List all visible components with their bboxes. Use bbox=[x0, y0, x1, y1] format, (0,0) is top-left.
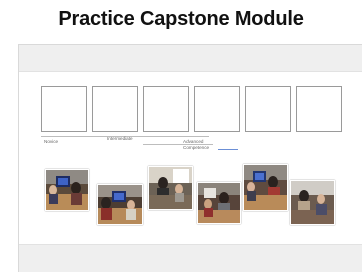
scale-line-accent bbox=[218, 149, 238, 150]
classroom-photo-6[interactable] bbox=[290, 180, 335, 225]
advanced-label: Advanced bbox=[183, 139, 204, 144]
classroom-photo-6-image bbox=[291, 181, 334, 224]
classroom-photo-4[interactable] bbox=[197, 182, 241, 224]
placeholder-box-1[interactable] bbox=[41, 86, 87, 132]
competence-label: Competence bbox=[183, 145, 210, 150]
classroom-photo-1-image bbox=[46, 170, 88, 210]
classroom-photo-5[interactable] bbox=[243, 164, 288, 211]
classroom-photo-1[interactable] bbox=[45, 169, 89, 211]
classroom-photo-2[interactable] bbox=[97, 184, 143, 225]
classroom-photo-5-image bbox=[244, 165, 287, 210]
placeholder-box-2[interactable] bbox=[92, 86, 138, 132]
classroom-photo-4-image bbox=[198, 183, 240, 223]
classroom-photo-3-image bbox=[149, 167, 192, 209]
module-slide: Novice Intermediate Advanced Competence bbox=[18, 44, 362, 272]
intermediate-label: Intermediate bbox=[107, 136, 133, 141]
classroom-photo-3[interactable] bbox=[148, 166, 193, 210]
novice-label: Novice bbox=[44, 139, 59, 144]
header-band bbox=[19, 45, 362, 72]
placeholder-box-4[interactable] bbox=[194, 86, 240, 132]
footer-band bbox=[19, 244, 362, 272]
page-title: Practice Capstone Module bbox=[58, 8, 304, 30]
classroom-photo-2-image bbox=[98, 185, 142, 224]
placeholder-box-5[interactable] bbox=[245, 86, 291, 132]
placeholder-box-3[interactable] bbox=[143, 86, 189, 132]
placeholder-box-6[interactable] bbox=[296, 86, 342, 132]
